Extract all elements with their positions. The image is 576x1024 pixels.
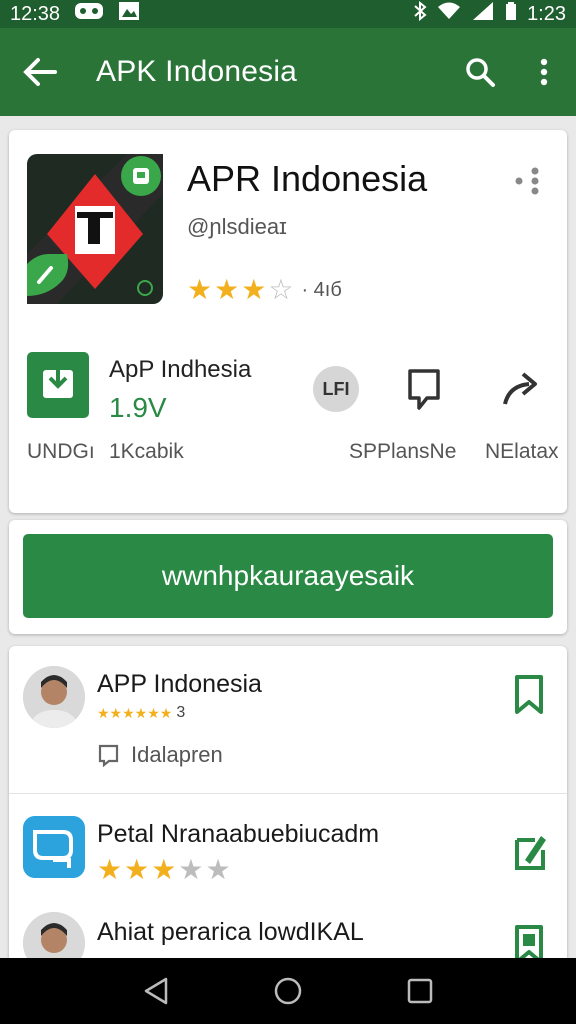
info-label-left: UNDGı <box>27 440 95 463</box>
circle-action-button[interactable]: LFI <box>313 366 359 412</box>
avatar <box>23 666 85 728</box>
list-item-rating: ★ ★ ★ ★ ★ <box>97 856 231 884</box>
star-icon: ★ <box>205 854 231 885</box>
list-item-title: Ahiat perarica lowdIKAL <box>97 918 364 946</box>
install-button[interactable]: wwnhpkauraayesaik <box>23 534 553 618</box>
search-icon[interactable] <box>448 28 512 116</box>
related-list-card: APP Indonesia ★★★★★★ 3 Idalapren Petal N… <box>9 646 567 986</box>
list-item[interactable]: Petal Nranaabuebiucadm ★ ★ ★ ★ ★ <box>9 794 567 904</box>
nav-recents-icon[interactable] <box>390 961 450 1021</box>
nav-home-icon[interactable] <box>258 961 318 1021</box>
list-item-rating: ★★★★★★ 3 <box>97 704 185 722</box>
comment-icon[interactable] <box>405 366 445 412</box>
star-outline-icon: ☆ <box>268 274 294 305</box>
signal-icon <box>471 1 495 27</box>
app-logo-icon <box>27 154 163 304</box>
share-icon[interactable] <box>499 366 543 412</box>
app-bar: APK Indonesia <box>0 28 576 116</box>
install-card: wwnhpkauraayesaik <box>9 520 567 634</box>
info-version: 1.9V <box>109 392 167 423</box>
info-title: ApP Indhesia <box>109 356 252 383</box>
navigation-bar <box>0 958 576 1024</box>
overflow-menu-icon[interactable] <box>513 166 547 196</box>
app-header-card: APR Indonesia @ɲlsdieaɪ ★ ★ ★ ☆ · 4ıб Ap… <box>9 130 567 513</box>
list-item[interactable]: APP Indonesia ★★★★★★ 3 Idalapren <box>9 646 567 794</box>
star-icon: ★ <box>97 854 123 885</box>
bluetooth-icon <box>413 0 427 27</box>
image-icon <box>118 1 140 27</box>
status-time-left: 12:38 <box>10 2 61 25</box>
more-vert-icon[interactable] <box>512 28 576 116</box>
app-name: APR Indonesia <box>187 158 428 199</box>
list-item-title: Petal Nranaabuebiucadm <box>97 820 380 848</box>
status-time-right: 1:23 <box>527 2 566 25</box>
star-icon: ★ <box>214 274 240 305</box>
app-bar-title: APK Indonesia <box>96 55 298 88</box>
edit-icon[interactable] <box>513 830 546 872</box>
info-label-size: 1Kcabik <box>109 440 184 463</box>
dialog-icon <box>98 744 119 767</box>
list-item-sub-text: Idalapren <box>131 742 223 767</box>
star-icon: ★ <box>178 854 204 885</box>
back-arrow-icon[interactable] <box>0 28 80 116</box>
bookmark-icon[interactable] <box>513 674 545 716</box>
list-item-subtitle: Idalapren <box>97 742 223 768</box>
info-row: ApP Indhesia 1.9V UNDGı 1Kcabik LFI SPPl… <box>9 350 567 500</box>
status-bar: 12:38 1:23 <box>0 0 576 28</box>
star-icon: ★★★★★★ <box>97 704 173 721</box>
star-icon: ★ <box>124 854 150 885</box>
label-sp: SPPlansNe <box>349 440 457 463</box>
rating-text: · 4ıб <box>301 278 342 301</box>
app-developer: @ɲlsdieaɪ <box>187 214 287 239</box>
star-icon: ★ <box>241 274 267 305</box>
battery-icon <box>505 1 517 27</box>
gamepad-icon <box>74 1 104 27</box>
app-icon <box>23 816 85 878</box>
star-icon: ★ <box>151 854 177 885</box>
list-item-title: APP Indonesia <box>97 670 262 698</box>
app-rating: ★ ★ ★ ☆ · 4ıб <box>187 276 342 304</box>
star-icon: ★ <box>187 274 213 305</box>
label-related: NElatax <box>485 440 559 463</box>
wifi-icon <box>437 1 461 27</box>
nav-back-icon[interactable] <box>126 961 186 1021</box>
list-item-count: 3 <box>176 704 186 721</box>
download-icon[interactable] <box>27 352 89 418</box>
